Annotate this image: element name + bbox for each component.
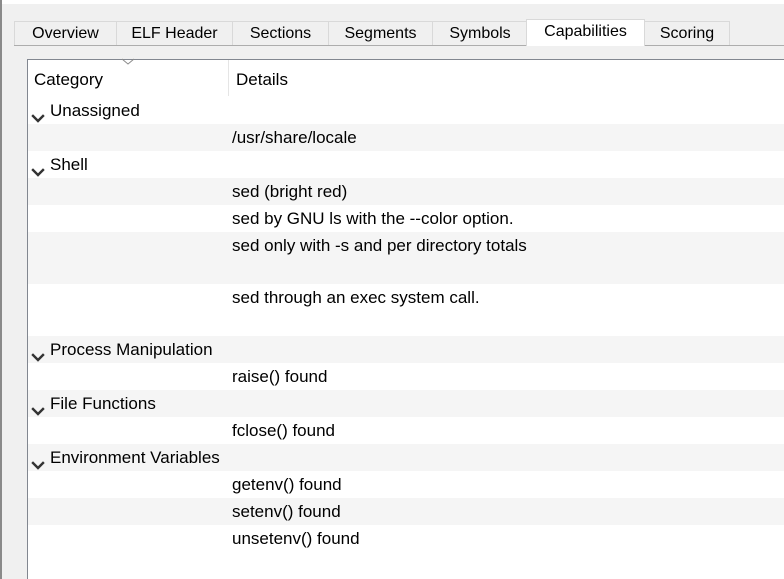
tab-capabilities[interactable]: Capabilities: [526, 19, 645, 46]
tree-header: Category Details: [28, 58, 784, 96]
tab-symbols[interactable]: Symbols: [432, 21, 528, 45]
tree-item-row[interactable]: sed by GNU ls with the --color option.: [28, 205, 784, 232]
tree-group-row[interactable]: Process Manipulation: [28, 336, 784, 363]
title-bar-remnant: [2, 0, 784, 4]
tree-group-row[interactable]: File Functions: [28, 390, 784, 417]
tab-overview[interactable]: Overview: [14, 21, 117, 45]
details-label: unsetenv() found: [232, 529, 360, 548]
tree-rows: Unassigned/usr/share/locale Shell sed (bri…: [28, 97, 784, 552]
capabilities-tree: Category Details Unassigned/usr/share/lo…: [27, 58, 784, 579]
expand-chevron-icon[interactable]: [31, 452, 45, 470]
tree-group-row[interactable]: Unassigned: [28, 97, 784, 124]
tab-scoring[interactable]: Scoring: [644, 21, 730, 45]
details-label: sed only with -s and per directory total…: [232, 236, 527, 255]
tree-item-row[interactable]: unsetenv() found: [28, 525, 784, 552]
tab-segments[interactable]: Segments: [328, 21, 433, 45]
tab-sections[interactable]: Sections: [232, 21, 329, 45]
category-label: Unassigned: [50, 101, 140, 120]
tree-item-row[interactable]: sed (bright red): [28, 178, 784, 205]
expand-chevron-icon[interactable]: [31, 398, 45, 416]
details-label: sed through an exec system call.: [232, 288, 480, 307]
category-label: Environment Variables: [50, 448, 220, 467]
tree-item-row[interactable]: raise() found: [28, 363, 784, 390]
tree-item-row[interactable]: /usr/share/locale: [28, 124, 784, 151]
column-header-details[interactable]: Details: [229, 60, 784, 96]
details-label: sed by GNU ls with the --color option.: [232, 209, 514, 228]
window-border: [0, 0, 2, 579]
details-label: setenv() found: [232, 502, 341, 521]
category-label: Process Manipulation: [50, 340, 213, 359]
details-label: getenv() found: [232, 475, 342, 494]
details-label: sed (bright red): [232, 182, 348, 201]
tree-item-row[interactable]: getenv() found: [28, 471, 784, 498]
details-label: fclose() found: [232, 421, 335, 440]
capabilities-panel: Category Details Unassigned/usr/share/lo…: [14, 46, 784, 579]
column-header-details-label: Details: [236, 70, 288, 89]
tree-item-row[interactable]: sed only with -s and per directory total…: [28, 232, 784, 284]
details-label: raise() found: [232, 367, 328, 386]
chevron-down-icon: [121, 58, 135, 65]
tree-item-row[interactable]: sed through an exec system call.: [28, 284, 784, 336]
tree-item-row[interactable]: fclose() found: [28, 417, 784, 444]
tab-bar: Overview ELF Header Sections Segments Sy…: [14, 19, 784, 46]
details-label: /usr/share/locale: [232, 128, 357, 147]
tree-group-row[interactable]: Shell: [28, 151, 784, 178]
expand-chevron-icon[interactable]: [31, 105, 45, 123]
expand-chevron-icon[interactable]: [31, 344, 45, 362]
tree-group-row[interactable]: Environment Variables: [28, 444, 784, 471]
category-label: Shell: [50, 155, 88, 174]
expand-chevron-icon[interactable]: [31, 159, 45, 177]
column-header-category[interactable]: Category: [28, 58, 229, 96]
tree-item-row[interactable]: setenv() found: [28, 498, 784, 525]
column-header-category-label: Category: [34, 70, 103, 89]
tab-elf-header[interactable]: ELF Header: [116, 21, 233, 45]
category-label: File Functions: [50, 394, 156, 413]
